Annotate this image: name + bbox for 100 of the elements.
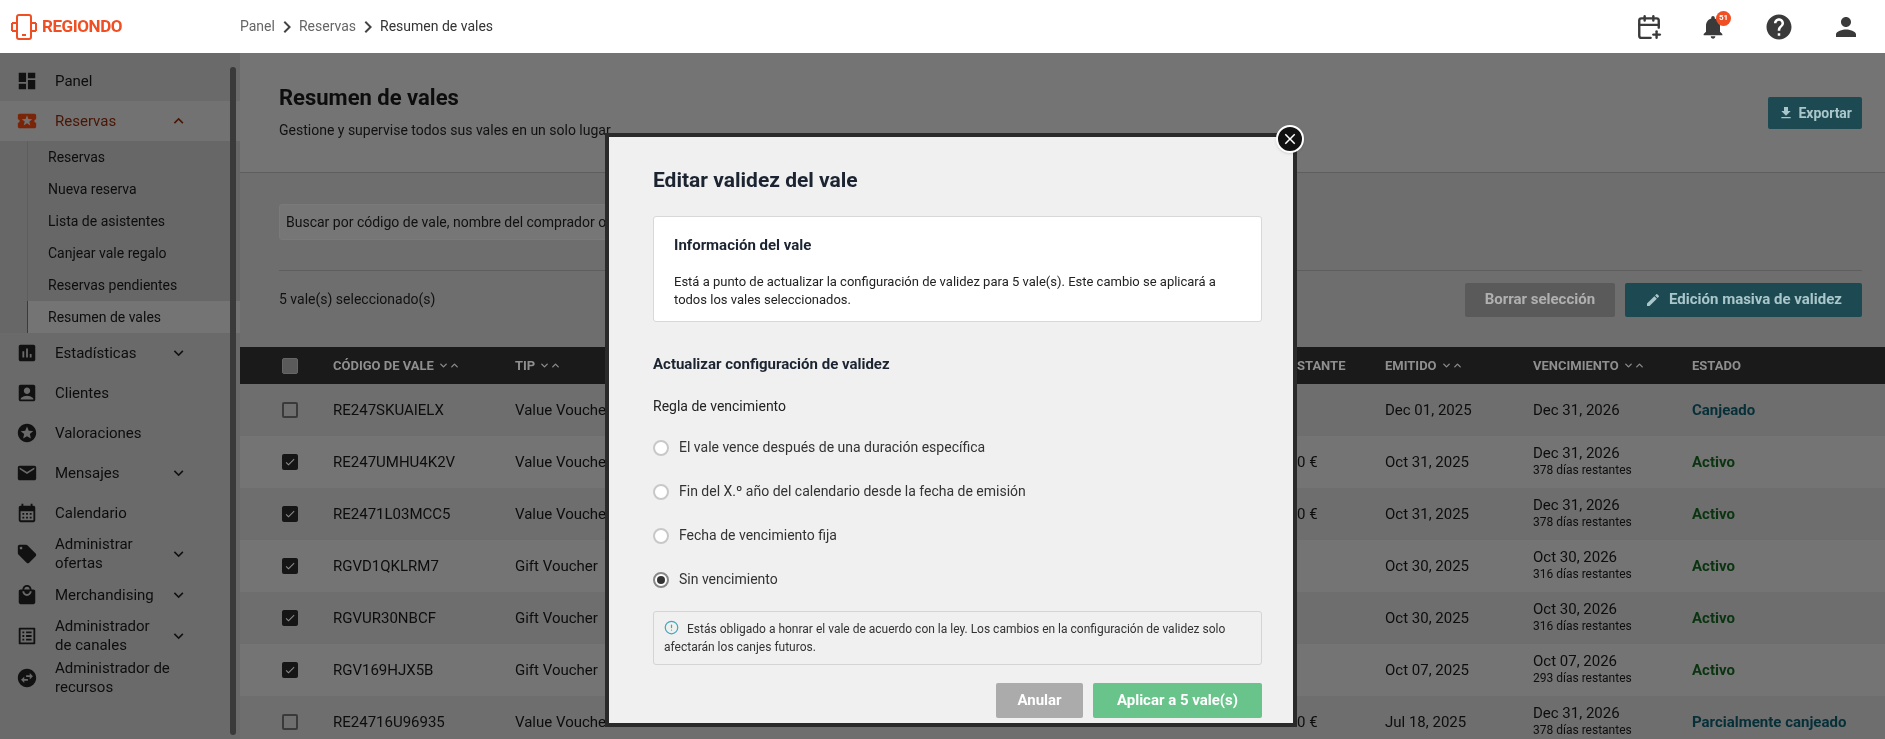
sidebar-item[interactable]: Clientes [0,373,240,413]
column-header[interactable]: TIP [515,355,536,376]
clear-selection-button[interactable]: Borrar selección [1464,282,1616,317]
sidebar-subitem[interactable]: Resumen de vales [27,301,240,333]
checkbox[interactable] [282,714,298,730]
sidebar-item[interactable]: Reservas [0,101,240,141]
checkbox[interactable] [282,610,298,626]
breadcrumb-item[interactable]: Panel [240,16,275,37]
scrollbar[interactable] [230,67,236,735]
checkmark-icon [284,508,296,520]
sort-icon[interactable] [1622,360,1645,371]
expiry-date: Dec 31, 2026 [1533,401,1621,419]
sort-icon[interactable] [437,360,460,371]
expiry-date: Oct 30, 2026 [1533,549,1619,566]
sidebar-item[interactable]: Administrador de canales [0,615,240,657]
voucher-type: Gift Voucher [515,608,598,627]
sidebar-item[interactable]: Administrador de recursos [0,657,240,699]
tag-icon [16,543,38,565]
sidebar-subitem[interactable]: Nueva reserva [28,173,240,205]
list-icon [16,625,38,647]
days-left: 378 días restantes [1533,722,1633,739]
column-header[interactable]: VENCIMIENTO [1533,355,1619,376]
expiry-date: Oct 30, 2026 [1533,601,1619,618]
page-title: Resumen de vales [279,84,460,112]
checkbox[interactable] [282,357,298,374]
bulk-edit-button[interactable]: Edición masiva de validez [1625,282,1862,317]
status-label: Activo [1692,659,1735,681]
info-text: Está a punto de actualizar la configuración de validez para 5 vale(s). Este cambio se aplicará a todos los vales seleccionados. [674,273,1217,309]
radio-label[interactable]: Sin vencimiento [679,569,778,590]
voucher-code: RE247SKUAIELX [333,400,444,419]
status-label: Activo [1692,555,1735,577]
checkbox[interactable] [282,558,298,574]
sidebar-item[interactable]: Calendario [0,493,240,533]
info-icon [664,620,679,636]
dashboard-icon [16,70,38,92]
voucher-type: Value Vouche [515,400,607,419]
column-header[interactable]: EMITIDO [1385,355,1437,376]
voucher-code: RE247UMHU4K2V [333,452,456,471]
radio-label[interactable]: El vale vence después de una duración específica [679,437,986,458]
sidebar-subitem[interactable]: Reservas pendientes [28,269,240,301]
sidebar-item[interactable]: Panel [0,61,240,101]
expiry-date: Dec 31, 2026 [1533,445,1621,462]
sidebar-subitem[interactable]: Canjear vale regalo [28,237,240,269]
sidebar-item[interactable]: Valoraciones [0,413,240,453]
radio-button[interactable] [653,483,669,500]
sidebar-item[interactable]: Mensajes [0,453,240,493]
column-header[interactable]: CÓDIGO DE VALE [333,355,434,376]
sidebar-subitem[interactable]: Lista de asistentes [28,205,240,237]
breadcrumb-item: Resumen de vales [380,17,494,36]
voucher-type: Value Vouche [515,504,607,523]
sidebar-item[interactable]: Merchandising [0,575,240,615]
modal-title: Editar validez del vale [653,167,859,194]
status-label: Activo [1692,607,1735,629]
radio-button[interactable] [653,527,669,544]
cancel-button[interactable]: Anular [996,682,1083,718]
sidebar-item[interactable]: Estadísticas [0,333,240,373]
issued-date: Oct 31, 2025 [1385,504,1470,523]
bar-chart-icon [16,342,38,364]
issued-date: Oct 30, 2025 [1385,556,1470,575]
sidebar-item[interactable]: Administrar ofertas [0,533,240,575]
issued-date: Dec 01, 2025 [1385,400,1472,419]
column-header[interactable]: ESTADO [1692,355,1741,376]
sort-icon[interactable] [539,360,562,371]
logo-text[interactable]: REGIONDO [42,13,123,40]
sort-icon[interactable] [1440,360,1463,371]
radio-button[interactable] [653,439,669,456]
issued-date: Oct 31, 2025 [1385,452,1470,471]
column-header[interactable]: STANTE [1297,355,1346,376]
expiry-date: Dec 31, 2026 [1533,705,1621,722]
radio-label[interactable]: Fin del X.º año del calendario desde la fecha de emisión [679,481,1026,502]
voucher-type: Value Vouche [515,712,607,731]
voucher-code: RGVD1QKLRM7 [333,556,439,575]
contact-icon [16,382,38,404]
calendar-add-icon[interactable] [1636,13,1662,40]
checkbox[interactable] [282,662,298,678]
voucher-code: RGV169HJX5B [333,660,434,679]
sidebar-subitem[interactable]: Reservas [28,141,240,173]
breadcrumb-item[interactable]: Reservas [298,16,357,37]
checkbox[interactable] [282,402,298,418]
issued-date: Oct 07, 2025 [1385,660,1470,679]
issued-date: Oct 30, 2025 [1385,608,1470,627]
remaining-value: 0 € [1297,504,1318,523]
days-left: 378 días restantes [1533,462,1633,479]
days-left: 316 días restantes [1533,566,1633,583]
remaining-value: 0 € [1297,452,1318,471]
swap-icon [16,667,38,689]
checkbox[interactable] [282,454,298,470]
export-button[interactable]: Exportar [1768,97,1862,129]
issued-date: Jul 18, 2025 [1385,712,1467,731]
voucher-code: RE24716U96935 [333,712,445,731]
bag-icon [16,584,38,606]
days-left: 378 días restantes [1533,514,1633,531]
page-subtitle: Gestione y supervise todos sus vales en un solo lugar [279,121,611,140]
status-label: Canjeado [1692,399,1756,421]
radio-label[interactable]: Fecha de vencimiento fija [679,525,837,546]
checkbox[interactable] [282,506,298,522]
apply-button[interactable]: Aplicar a 5 vale(s) [1093,682,1262,718]
checkmark-icon [284,560,296,572]
radio-button[interactable] [653,571,669,588]
calendar-icon [16,502,38,524]
